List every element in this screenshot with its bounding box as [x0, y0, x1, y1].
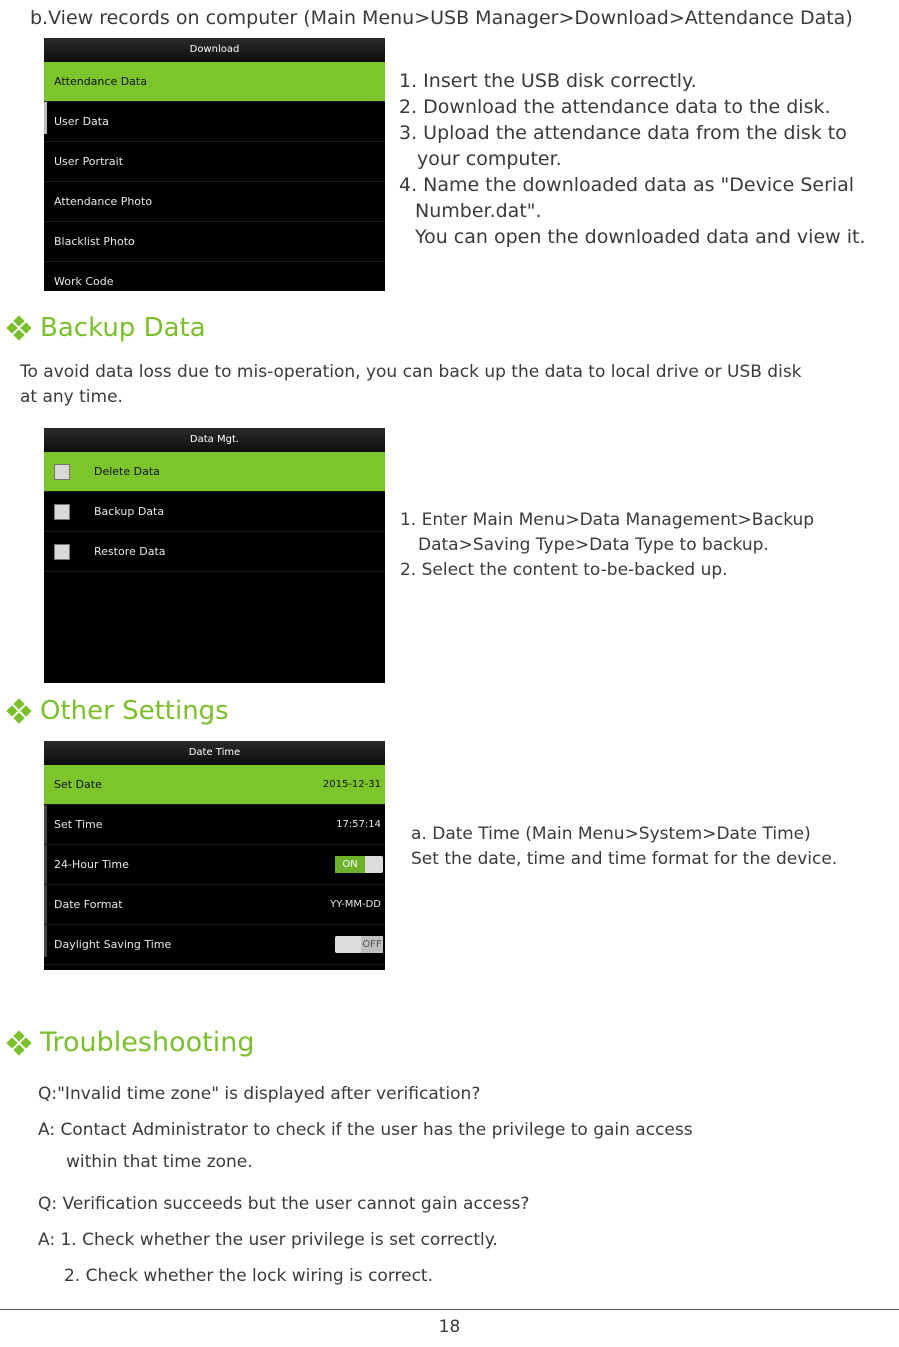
footer-divider	[0, 1309, 899, 1310]
step-line: 1. Insert the USB disk correctly.	[399, 70, 697, 92]
screen-title: Data Mgt.	[44, 428, 385, 452]
answer: 2. Check whether the lock wiring is corr…	[64, 1266, 433, 1286]
step-line: 4. Name the downloaded data as "Device S…	[399, 174, 855, 196]
setting-row-24-hour[interactable]: 24-Hour Time ON	[44, 845, 385, 885]
set-date-value: 2015-12-31	[322, 779, 381, 790]
download-screen: Download Attendance Data User Data User …	[44, 38, 385, 291]
step-line: 2. Select the content to-be-backed up.	[400, 560, 728, 580]
setting-row-daylight-saving[interactable]: Daylight Saving Time OFF	[44, 925, 385, 965]
other-settings-heading: Other Settings	[6, 696, 229, 726]
date-format-value: YY-MM-DD	[330, 899, 381, 910]
menu-item-delete-data[interactable]: Delete Data	[44, 452, 385, 492]
backup-intro-line: at any time.	[20, 387, 123, 407]
troubleshooting-heading: Troubleshooting	[6, 1027, 254, 1058]
setting-row-date-format[interactable]: Date Format YY-MM-DD	[44, 885, 385, 925]
other-settings-heading-text: Other Settings	[40, 696, 229, 726]
troubleshooting-qa: Q:"Invalid time zone" is displayed after…	[38, 1076, 693, 1294]
answer: A: Contact Administrator to check if the…	[38, 1120, 693, 1140]
question: Q: Verification succeeds but the user ca…	[38, 1194, 530, 1214]
diamond-bullet-icon	[6, 1029, 32, 1056]
step-line: Data>Saving Type>Data Type to backup.	[418, 535, 769, 555]
other-settings-text: a. Date Time (Main Menu>System>Date Time…	[411, 822, 837, 872]
step-line: 2. Download the attendance data to the d…	[399, 96, 831, 118]
question: Q:"Invalid time zone" is displayed after…	[38, 1084, 481, 1104]
intro-text: b.View records on computer (Main Menu>US…	[30, 7, 853, 29]
delete-data-icon	[54, 464, 70, 480]
menu-item-attendance-data[interactable]: Attendance Data	[44, 62, 385, 102]
menu-item-attendance-photo[interactable]: Attendance Photo	[44, 182, 385, 222]
menu-item-user-data[interactable]: User Data	[44, 102, 385, 142]
menu-item-work-code[interactable]: Work Code	[44, 262, 385, 291]
date-time-line: Set the date, time and time format for t…	[411, 849, 838, 869]
menu-item-blacklist-photo[interactable]: Blacklist Photo	[44, 222, 385, 262]
backup-steps: 1. Enter Main Menu>Data Management>Backu…	[400, 508, 814, 583]
screen-title: Date Time	[44, 741, 385, 765]
menu-item-backup-data[interactable]: Backup Data	[44, 492, 385, 532]
menu-item-user-portrait[interactable]: User Portrait	[44, 142, 385, 182]
step-line: Number.dat".	[415, 200, 542, 222]
data-mgt-screen: Data Mgt. Delete Data Backup Data Restor…	[44, 428, 385, 683]
backup-heading-text: Backup Data	[40, 313, 206, 343]
step-line: 3. Upload the attendance data from the d…	[399, 122, 847, 144]
step-line: 1. Enter Main Menu>Data Management>Backu…	[400, 510, 815, 530]
screen-title: Download	[44, 38, 385, 62]
diamond-bullet-icon	[6, 698, 32, 724]
set-time-value: 17:57:14	[336, 819, 381, 830]
troubleshooting-heading-text: Troubleshooting	[40, 1027, 255, 1058]
download-steps: 1. Insert the USB disk correctly. 2. Dow…	[399, 68, 865, 250]
setting-row-set-time[interactable]: Set Time 17:57:14	[44, 805, 385, 845]
date-time-line: a. Date Time (Main Menu>System>Date Time…	[411, 824, 811, 844]
24-hour-toggle[interactable]: ON	[335, 856, 383, 873]
backup-heading: Backup Data	[6, 313, 206, 343]
setting-row-set-date[interactable]: Set Date 2015-12-31	[44, 765, 385, 805]
menu-item-restore-data[interactable]: Restore Data	[44, 532, 385, 572]
answer: within that time zone.	[66, 1152, 253, 1172]
step-line: your computer.	[417, 148, 562, 170]
restore-data-icon	[54, 544, 70, 560]
backup-data-icon	[54, 504, 70, 520]
page-number: 18	[438, 1317, 461, 1337]
diamond-bullet-icon	[6, 315, 32, 341]
daylight-saving-toggle[interactable]: OFF	[335, 936, 383, 953]
answer: A: 1. Check whether the user privilege i…	[38, 1230, 498, 1250]
backup-intro: To avoid data loss due to mis-operation,…	[20, 360, 802, 410]
step-line: You can open the downloaded data and vie…	[415, 226, 866, 248]
backup-intro-line: To avoid data loss due to mis-operation,…	[20, 362, 802, 382]
date-time-screen: Date Time Set Date 2015-12-31 Set Time 1…	[44, 741, 385, 970]
